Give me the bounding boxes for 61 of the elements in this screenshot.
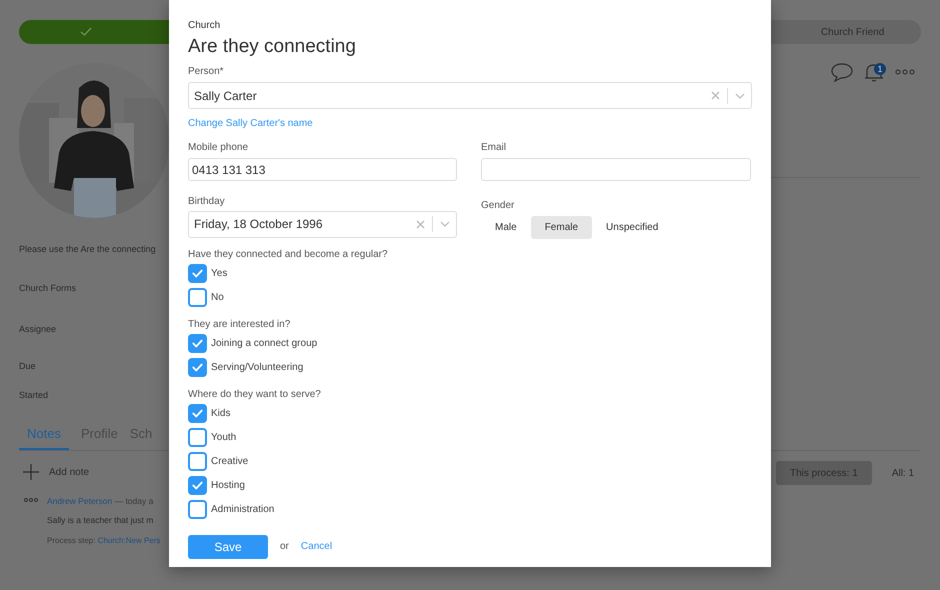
more-icon[interactable] xyxy=(895,69,915,75)
detail-label: Due xyxy=(19,360,36,373)
checkbox[interactable] xyxy=(188,264,207,283)
clear-icon[interactable] xyxy=(416,220,425,228)
save-button[interactable]: Save xyxy=(188,534,268,558)
notification-badge: 1 xyxy=(874,63,886,75)
check-icon xyxy=(80,27,92,37)
field-label: Email xyxy=(481,141,508,155)
field-label: Mobile phone xyxy=(188,141,250,155)
change-name-link[interactable]: Change Sally Carter's name xyxy=(188,116,313,131)
add-note-link[interactable]: Add note xyxy=(49,464,90,480)
detail-label: Please use the Are the connecting xyxy=(19,243,156,256)
process-step-label: Process step: xyxy=(47,536,96,544)
checkbox-label: No xyxy=(211,291,224,305)
person-select[interactable]: Sally Carter xyxy=(188,82,752,109)
checkbox-label: Youth xyxy=(211,431,236,445)
question-label: Where do they want to serve? xyxy=(188,388,322,402)
detail-label: Church Forms xyxy=(19,282,76,295)
checkbox[interactable] xyxy=(188,358,207,377)
clear-icon[interactable] xyxy=(711,91,720,100)
checkbox-label: Creative xyxy=(211,455,248,469)
checkbox[interactable] xyxy=(188,476,207,495)
checkbox-label: Serving/Volunteering xyxy=(211,361,304,375)
email-field[interactable] xyxy=(481,158,751,181)
birthday-select[interactable]: Friday, 18 October 1996 xyxy=(188,210,457,238)
checkbox-label: Yes xyxy=(211,267,228,281)
detail-label: Assignee xyxy=(19,323,56,336)
chevron-down-icon[interactable] xyxy=(735,92,745,98)
gender-option[interactable]: Male xyxy=(481,216,531,238)
question-label: They are interested in? xyxy=(188,318,292,332)
note-meta: — today a xyxy=(114,496,154,506)
note-text: Sally is a teacher that just m xyxy=(47,514,154,526)
checkbox-label: Joining a connect group xyxy=(211,337,318,351)
cancel-link[interactable]: Cancel xyxy=(300,539,332,554)
plus-icon[interactable] xyxy=(23,464,39,480)
field-label: Gender xyxy=(481,198,516,212)
checkbox-label: Administration xyxy=(211,503,274,517)
checkbox[interactable] xyxy=(188,404,207,423)
field-label: Person* xyxy=(188,65,225,79)
dialog-title: Are they connecting xyxy=(188,35,357,59)
filter-button[interactable]: All: 1 xyxy=(878,461,928,485)
mobile-phone-field[interactable]: 0413 131 313 xyxy=(188,158,457,181)
dialog-subtitle: Church xyxy=(188,19,222,33)
process-step-link[interactable]: Church:New Pers xyxy=(98,536,160,544)
detail-label: Started xyxy=(19,389,48,402)
chevron-down-icon[interactable] xyxy=(440,221,450,227)
more-icon[interactable] xyxy=(24,497,38,503)
field-label: Birthday xyxy=(188,194,226,208)
checkbox[interactable] xyxy=(188,452,207,471)
question-label: Have they connected and become a regular? xyxy=(188,248,389,262)
checkbox[interactable] xyxy=(188,500,207,519)
gender-option[interactable]: Unspecified xyxy=(592,216,672,238)
checkbox-label: Hosting xyxy=(211,479,245,493)
checkbox[interactable] xyxy=(188,288,207,307)
or-text: or xyxy=(280,540,289,554)
gender-option[interactable]: Female xyxy=(530,216,592,238)
author-link[interactable]: Andrew Peterson xyxy=(47,496,112,506)
checkbox[interactable] xyxy=(188,428,207,447)
checkbox-label: Kids xyxy=(211,407,230,421)
chat-icon[interactable] xyxy=(831,62,853,82)
checkbox[interactable] xyxy=(188,334,207,353)
